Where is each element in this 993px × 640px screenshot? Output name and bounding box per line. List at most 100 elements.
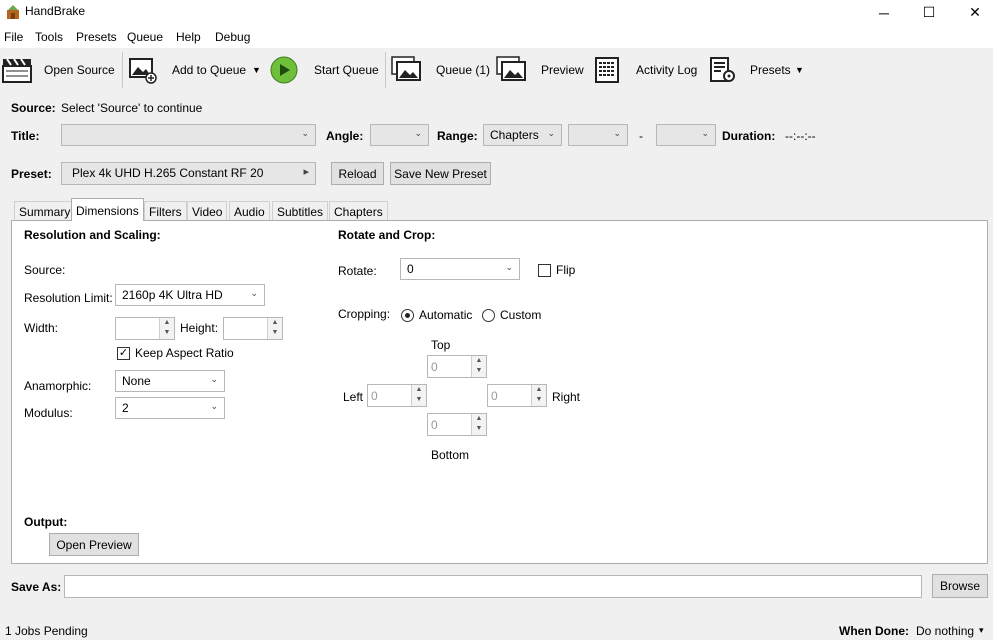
menu-presets[interactable]: Presets — [76, 30, 117, 44]
tab-summary[interactable]: Summary — [14, 201, 76, 220]
crop-right-label: Right — [552, 390, 581, 404]
flip-checkbox[interactable] — [538, 264, 551, 277]
menu-queue[interactable]: Queue — [127, 30, 163, 44]
range-type-select[interactable]: Chapters ⌄ — [483, 124, 562, 146]
preview-button[interactable]: Preview — [496, 53, 586, 87]
chevron-down-icon: ⌄ — [505, 262, 513, 272]
spin-down-icon: ▼ — [475, 425, 483, 432]
crop-top-label: Top — [431, 338, 451, 352]
spin-up-icon: ▲ — [271, 319, 279, 326]
resolution-limit-select[interactable]: 2160p 4K Ultra HD ⌄ — [115, 284, 265, 306]
open-source-button[interactable]: Open Source — [0, 53, 115, 87]
open-preview-button[interactable]: Open Preview — [49, 533, 139, 556]
tab-dimensions[interactable]: Dimensions — [71, 198, 144, 221]
preview-images-icon — [496, 56, 526, 81]
start-queue-button[interactable]: Start Queue — [270, 53, 380, 87]
when-done-label: When Done: — [839, 624, 909, 638]
play-icon — [270, 56, 298, 84]
crop-bottom-spin-buttons[interactable]: ▲ ▼ — [471, 414, 486, 435]
chevron-down-icon: ⌄ — [210, 374, 218, 384]
menu-help[interactable]: Help — [176, 30, 201, 44]
title-label: Title: — [11, 129, 40, 143]
title-bar: HandBrake ─ ☐ ✕ — [0, 0, 993, 25]
crop-top-stepper[interactable]: 0 ▲ ▼ — [427, 355, 487, 378]
close-button[interactable]: ✕ — [952, 0, 993, 25]
maximize-button[interactable]: ☐ — [906, 0, 952, 25]
menu-debug[interactable]: Debug — [215, 30, 250, 44]
height-stepper[interactable]: ▲ ▼ — [223, 317, 283, 340]
height-spin-buttons[interactable]: ▲ ▼ — [267, 318, 282, 339]
queue-button[interactable]: Queue (1) — [391, 53, 491, 87]
range-type-value: Chapters — [490, 128, 539, 142]
menu-file[interactable]: File — [4, 30, 23, 44]
rotate-select[interactable]: 0 ⌄ — [400, 258, 520, 280]
angle-select[interactable]: ⌄ — [370, 124, 429, 146]
keep-aspect-ratio-label: Keep Aspect Ratio — [135, 346, 234, 360]
spin-up-icon: ▲ — [535, 386, 543, 393]
crop-custom-radio[interactable] — [482, 309, 495, 322]
add-to-queue-button[interactable]: Add to Queue ▼ — [128, 53, 264, 87]
menu-tools[interactable]: Tools — [35, 30, 63, 44]
crop-automatic-label: Automatic — [419, 308, 473, 322]
crop-right-spin-buttons[interactable]: ▲ ▼ — [531, 385, 546, 406]
preview-label: Preview — [541, 63, 584, 77]
crop-automatic-radio[interactable] — [401, 309, 414, 322]
range-separator: - — [639, 129, 643, 143]
preset-select[interactable]: Plex 4k UHD H.265 Constant RF 20 ▸ — [61, 162, 316, 185]
presets-button[interactable]: Presets ▼ — [708, 53, 808, 87]
width-stepper[interactable]: ▲ ▼ — [115, 317, 175, 340]
add-image-icon — [129, 58, 157, 84]
start-queue-label: Start Queue — [314, 63, 379, 77]
save-as-input[interactable] — [64, 575, 922, 598]
crop-bottom-value: 0 — [431, 418, 438, 432]
duration-label: Duration: — [722, 129, 776, 143]
keep-aspect-ratio-checkbox[interactable]: ✓ — [117, 347, 130, 360]
range-label: Range: — [437, 129, 478, 143]
duration-value: --:--:-- — [785, 129, 816, 143]
angle-label: Angle: — [326, 129, 364, 143]
toolbar-separator — [385, 52, 386, 88]
spin-up-icon: ▲ — [163, 319, 171, 326]
crop-top-value: 0 — [431, 360, 438, 374]
range-start-select[interactable]: ⌄ — [568, 124, 628, 146]
title-select[interactable]: ⌄ — [61, 124, 316, 146]
crop-left-stepper[interactable]: 0 ▲ ▼ — [367, 384, 427, 407]
crop-right-stepper[interactable]: 0 ▲ ▼ — [487, 384, 547, 407]
range-end-select[interactable]: ⌄ — [656, 124, 716, 146]
queue-label: Queue (1) — [436, 63, 491, 77]
save-new-preset-button[interactable]: Save New Preset — [390, 162, 491, 185]
width-label: Width: — [24, 321, 59, 335]
width-spin-buttons[interactable]: ▲ ▼ — [159, 318, 174, 339]
browse-button[interactable]: Browse — [932, 574, 988, 598]
activity-log-button[interactable]: Activity Log — [594, 53, 702, 87]
anamorphic-select[interactable]: None ⌄ — [115, 370, 225, 392]
crop-bottom-label: Bottom — [431, 448, 470, 462]
chevron-down-icon: ⌄ — [613, 128, 621, 138]
crop-left-spin-buttons[interactable]: ▲ ▼ — [411, 385, 426, 406]
resolution-limit-label: Resolution Limit: — [24, 291, 113, 305]
crop-bottom-stepper[interactable]: 0 ▲ ▼ — [427, 413, 487, 436]
resolution-limit-value: 2160p 4K Ultra HD — [122, 288, 223, 302]
tab-filters[interactable]: Filters — [144, 201, 187, 220]
save-as-label: Save As: — [11, 580, 62, 594]
spin-down-icon: ▼ — [415, 396, 423, 403]
queue-images-icon — [391, 56, 421, 81]
presets-dropdown-icon[interactable]: ▼ — [795, 65, 804, 75]
crop-top-spin-buttons[interactable]: ▲ ▼ — [471, 356, 486, 377]
reload-button[interactable]: Reload — [331, 162, 384, 185]
add-to-queue-dropdown-icon[interactable]: ▼ — [252, 65, 261, 75]
jobs-pending-text: 1 Jobs Pending — [5, 624, 88, 638]
minimize-button[interactable]: ─ — [861, 0, 907, 25]
crop-left-label: Left — [343, 390, 364, 404]
tab-chapters[interactable]: Chapters — [329, 201, 388, 220]
spin-up-icon: ▲ — [415, 386, 423, 393]
tab-audio[interactable]: Audio — [229, 201, 270, 220]
when-done-dropdown[interactable]: Do nothing ▾ — [916, 624, 988, 638]
tab-subtitles[interactable]: Subtitles — [272, 201, 329, 220]
tab-video[interactable]: Video — [187, 201, 228, 220]
menu-bar: File Tools Presets Queue Help Debug — [0, 25, 993, 48]
flip-label: Flip — [556, 263, 576, 277]
spin-up-icon: ▲ — [475, 415, 483, 422]
modulus-select[interactable]: 2 ⌄ — [115, 397, 225, 419]
check-icon: ✓ — [118, 347, 129, 359]
